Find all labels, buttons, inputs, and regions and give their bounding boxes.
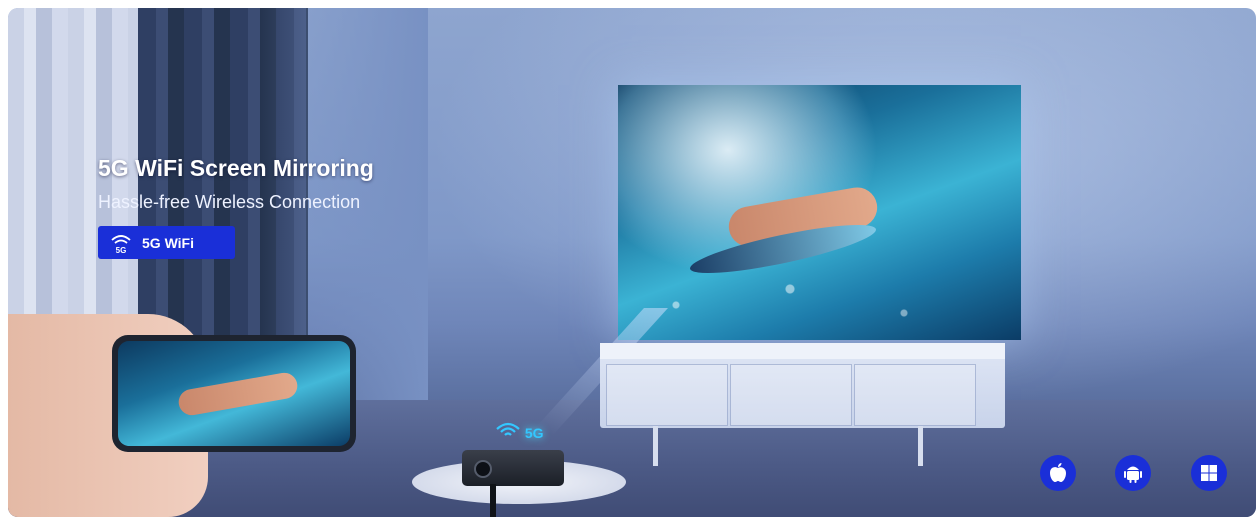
tv-stand-door (854, 364, 976, 426)
wifi-5g-icon-text: 5G (116, 246, 127, 254)
wifi-5g-icon: 5G (110, 232, 132, 254)
projector-wifi-label: 5G (524, 425, 544, 441)
tv-stand-door (730, 364, 852, 426)
projector-lens (474, 460, 492, 478)
wifi-badge-label: 5G WiFi (142, 234, 194, 251)
android-icon (1115, 455, 1151, 491)
smartphone (112, 335, 356, 452)
wifi-badge: 5G 5G WiFi (98, 226, 235, 259)
wifi-arcs-icon (496, 422, 520, 436)
page-subtitle: Hassle-free Wireless Connection (98, 192, 361, 212)
windows-icon (1191, 455, 1227, 491)
projected-image (618, 85, 1021, 340)
tv-stand-top (600, 343, 1005, 359)
apple-icon (1040, 455, 1076, 491)
tv-stand-leg (918, 426, 923, 466)
tv-stand-leg (653, 426, 658, 466)
bubbles (638, 265, 1018, 340)
hero-banner: 5G (8, 8, 1256, 517)
page-title: 5G WiFi Screen Mirroring (98, 155, 374, 181)
phone-screen-surfer (176, 370, 300, 418)
projector-wifi-icon: 5G (495, 422, 544, 441)
power-cable (490, 484, 496, 517)
tv-stand-door (606, 364, 728, 426)
phone-screen (118, 341, 350, 446)
